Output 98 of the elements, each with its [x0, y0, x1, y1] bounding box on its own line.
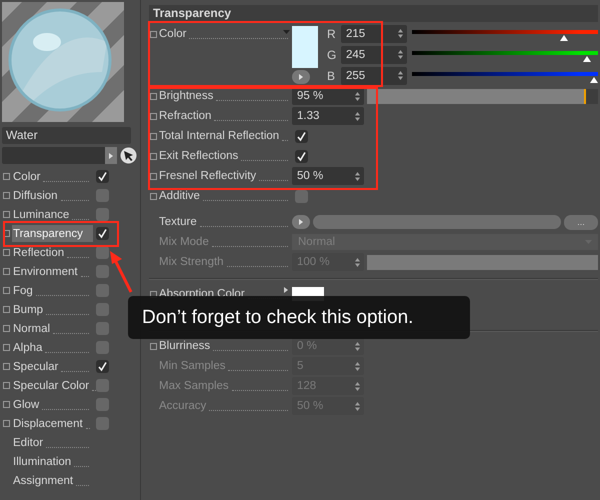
- spinner-icon: [355, 402, 360, 410]
- more-button[interactable]: ...: [564, 214, 598, 230]
- checkbox[interactable]: [96, 417, 109, 430]
- spinner-icon: [355, 382, 360, 390]
- channel-item[interactable]: Assignment: [12, 472, 93, 489]
- param-label: Exit Reflections: [159, 150, 238, 162]
- param-label: Refraction: [159, 110, 212, 122]
- checkbox[interactable]: [96, 208, 109, 221]
- link-field[interactable]: [2, 147, 105, 164]
- param-label: Blurriness: [159, 340, 210, 352]
- number-field[interactable]: 245: [341, 46, 407, 64]
- checkbox[interactable]: [295, 190, 308, 202]
- checkbox[interactable]: [96, 379, 109, 392]
- param-label: Accuracy: [159, 400, 206, 412]
- param-label: Min Samples: [159, 360, 226, 372]
- checkbox[interactable]: [96, 227, 109, 240]
- param-label: Color: [159, 28, 186, 40]
- name-field[interactable]: Water: [2, 127, 131, 144]
- param-label: Mix Strength: [159, 256, 224, 268]
- channel-item[interactable]: Reflection: [12, 244, 93, 261]
- keyframe-icon: [3, 268, 10, 275]
- channel-item[interactable]: Specular: [12, 358, 93, 375]
- spinner-icon: [398, 71, 403, 80]
- slider-track[interactable]: [367, 254, 598, 270]
- checkbox[interactable]: [295, 150, 308, 162]
- channel-item[interactable]: Bump: [12, 301, 93, 318]
- keyframe-icon: [3, 287, 10, 294]
- channel-item[interactable]: Color: [12, 168, 93, 185]
- spinner-icon: [355, 362, 360, 370]
- play-icon: [109, 152, 113, 158]
- spinner-icon: [355, 342, 360, 350]
- expand-button[interactable]: [292, 70, 310, 84]
- expand-button[interactable]: [105, 147, 117, 164]
- number-field[interactable]: 1.33: [292, 107, 364, 125]
- callout-text: Don’t forget to check this option.: [128, 296, 470, 339]
- checkbox[interactable]: [96, 246, 109, 259]
- expand-icon: [284, 287, 288, 293]
- channel-item[interactable]: Normal: [12, 320, 93, 337]
- checkbox[interactable]: [295, 130, 308, 142]
- keyframe-icon: [3, 325, 10, 332]
- checkbox[interactable]: [96, 322, 109, 335]
- param-label: Additive: [159, 190, 200, 202]
- number-field[interactable]: 255: [341, 66, 407, 84]
- play-icon: [299, 74, 303, 80]
- checkbox[interactable]: [96, 284, 109, 297]
- color-swatch[interactable]: [292, 26, 318, 68]
- slider-track[interactable]: [367, 88, 598, 104]
- channel-item[interactable]: Editor: [12, 434, 93, 451]
- channel-item[interactable]: Glow: [12, 396, 93, 413]
- channel-label: B: [327, 68, 336, 82]
- param-label: Total Internal Reflection: [159, 130, 280, 142]
- play-icon: [299, 219, 303, 225]
- channel-item[interactable]: Transparency: [12, 225, 93, 242]
- checkbox[interactable]: [96, 398, 109, 411]
- channel-label: G: [327, 48, 338, 62]
- channel-item[interactable]: Fog: [12, 282, 93, 299]
- channel-label: R: [327, 26, 337, 40]
- param-label: Mix Mode: [159, 236, 209, 248]
- channel-item[interactable]: Illumination: [12, 453, 93, 470]
- texture-field[interactable]: [313, 215, 561, 229]
- keyframe-icon: [3, 192, 10, 199]
- channel-item[interactable]: Diffusion: [12, 187, 93, 204]
- number-field[interactable]: 215: [341, 24, 407, 42]
- param-label: Max Samples: [159, 380, 229, 392]
- dropdown-icon: [283, 30, 290, 34]
- spinner-icon: [355, 112, 360, 120]
- section-header: Transparency: [149, 5, 598, 22]
- checkbox[interactable]: [96, 341, 109, 354]
- spinner-icon: [355, 258, 360, 266]
- spinner-icon: [398, 50, 403, 59]
- channel-item[interactable]: Alpha: [12, 339, 93, 356]
- keyframe-icon: [3, 344, 10, 351]
- channel-item[interactable]: Luminance: [12, 206, 93, 223]
- keyframe-icon: [3, 420, 10, 427]
- expand-button[interactable]: [292, 215, 310, 229]
- number-field[interactable]: 50 %: [292, 167, 364, 185]
- keyframe-icon: [3, 363, 10, 370]
- spinner-icon: [355, 172, 360, 180]
- checkbox[interactable]: [96, 360, 109, 373]
- channel-item[interactable]: Environment: [12, 263, 93, 280]
- checkbox[interactable]: [96, 303, 109, 316]
- pointer-icon: [120, 147, 137, 164]
- keyframe-icon: [3, 173, 10, 180]
- param-label: Brightness: [159, 90, 214, 102]
- param-label: Texture: [159, 216, 197, 228]
- keyframe-icon: [3, 249, 10, 256]
- checkbox[interactable]: [96, 265, 109, 278]
- spinner-icon: [398, 29, 403, 38]
- keyframe-icon: [3, 211, 10, 218]
- checkbox[interactable]: [96, 170, 109, 183]
- keyframe-icon: [3, 306, 10, 313]
- keyframe-icon: [3, 401, 10, 408]
- checkbox[interactable]: [96, 189, 109, 202]
- param-label: Fresnel Reflectivity: [159, 170, 256, 182]
- keyframe-icon: [3, 230, 10, 237]
- channel-item[interactable]: Displacement: [12, 415, 93, 432]
- keyframe-icon: [3, 382, 10, 389]
- spinner-icon: [355, 92, 360, 100]
